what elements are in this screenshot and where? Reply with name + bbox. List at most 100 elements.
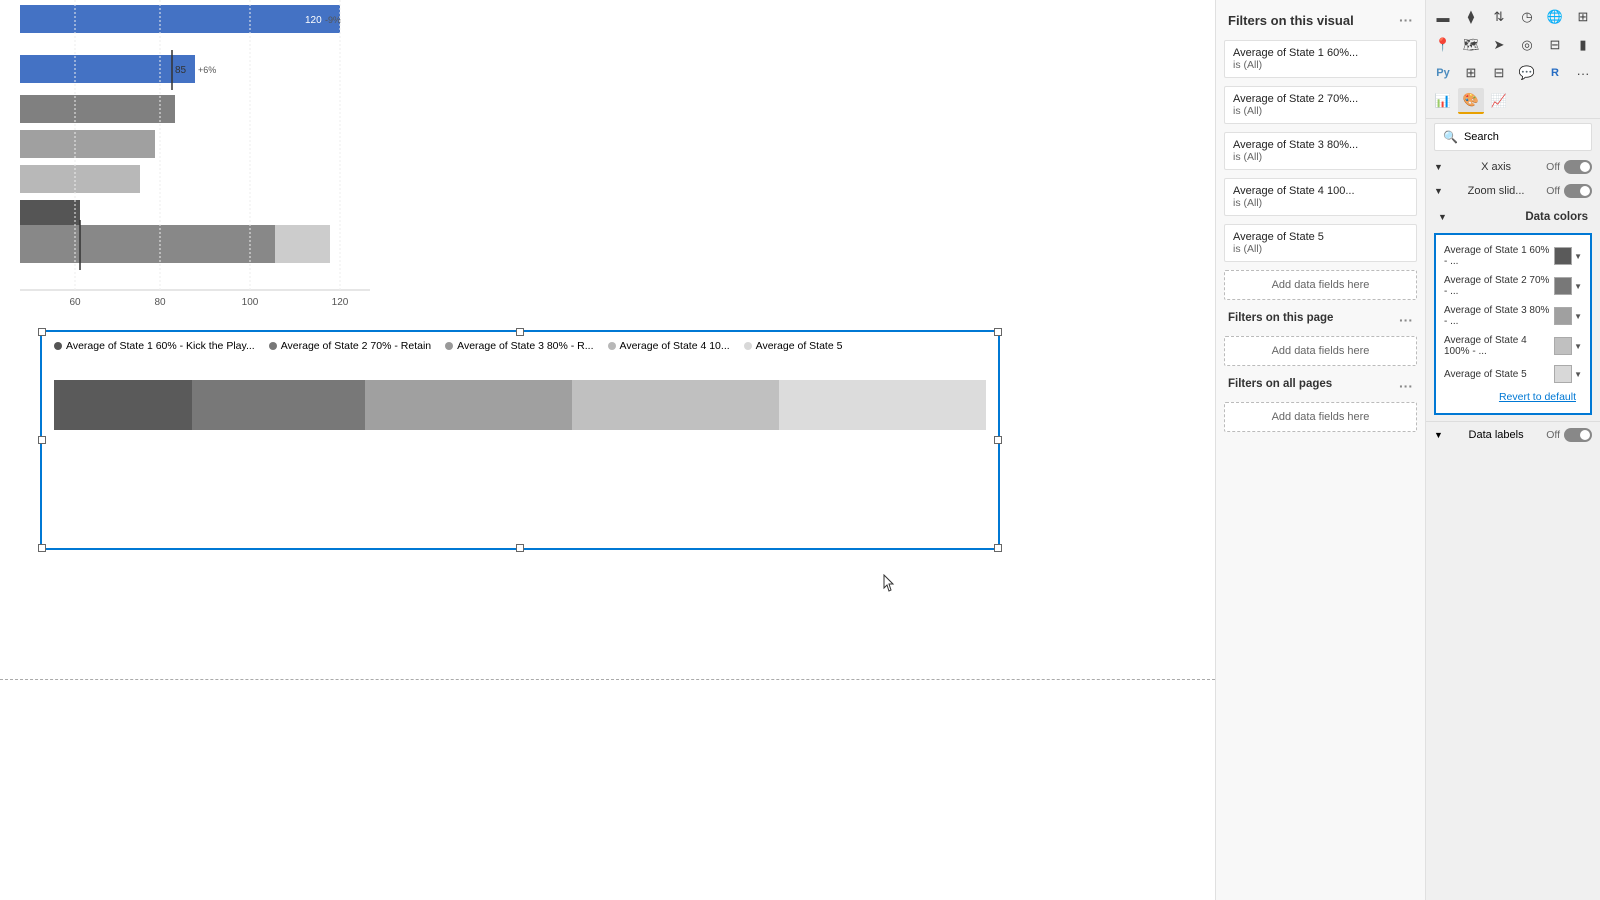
data-colors-label: Data colors: [1525, 211, 1588, 223]
add-data-page[interactable]: Add data fields here: [1224, 336, 1417, 366]
data-labels-toggle[interactable]: Off: [1546, 428, 1592, 442]
legend-dot-4: [608, 342, 616, 350]
table2-icon-btn[interactable]: ⊞: [1458, 60, 1484, 86]
data-colors-section: ▼ Data colors Average of State 1 60% - .…: [1426, 203, 1600, 421]
data-labels-chevron[interactable]: ▼: [1434, 430, 1443, 440]
zoom-slider-chevron[interactable]: ▼: [1434, 186, 1443, 196]
arrow-nav-icon-btn[interactable]: ➤: [1486, 32, 1512, 58]
color-swatch-2[interactable]: ▼: [1554, 277, 1582, 295]
bar-chart-svg: 120 -9% 85 +6% 60 80 100 120: [0, 0, 380, 310]
color-swatch-box-4[interactable]: [1554, 337, 1572, 355]
data-labels-toggle-thumb: [1580, 430, 1590, 440]
selected-visual[interactable]: Average of State 1 60% - Kick the Play..…: [40, 330, 1000, 550]
search-box[interactable]: 🔍: [1434, 123, 1592, 151]
filter-icon-btn[interactable]: ⧫: [1458, 4, 1484, 30]
data-colors-chevron: ▼: [1438, 212, 1447, 222]
visual-legend: Average of State 1 60% - Kick the Play..…: [42, 332, 998, 360]
filter-label-4: Average of State 4 100...: [1233, 185, 1408, 197]
map-icon-btn[interactable]: 🗺: [1458, 32, 1484, 58]
color-row-5: Average of State 5 ▼: [1442, 361, 1584, 387]
resize-handle-ml[interactable]: [38, 436, 46, 444]
color-dropdown-2[interactable]: ▼: [1574, 282, 1582, 291]
r-icon-btn[interactable]: R: [1542, 60, 1568, 86]
color-dropdown-1[interactable]: ▼: [1574, 252, 1582, 261]
page-filter-dots[interactable]: ···: [1399, 312, 1413, 328]
color-swatch-box-5[interactable]: [1554, 365, 1572, 383]
color-swatch-3[interactable]: ▼: [1554, 307, 1582, 325]
ppt-icon-btn[interactable]: ⊟: [1486, 60, 1512, 86]
bar-chart-icon-btn[interactable]: ▬: [1430, 4, 1456, 30]
python-icon-btn[interactable]: Py: [1430, 60, 1456, 86]
legend-dot-5: [744, 342, 752, 350]
grid-icon-btn[interactable]: ⊞: [1570, 4, 1596, 30]
resize-handle-br[interactable]: [994, 544, 1002, 552]
data-colors-header[interactable]: ▼ Data colors: [1430, 205, 1596, 229]
color-row-3: Average of State 3 80% - ... ▼: [1442, 301, 1584, 331]
legend-item-1: Average of State 1 60% - Kick the Play..…: [54, 340, 255, 352]
add-data-visual[interactable]: Add data fields here: [1224, 270, 1417, 300]
data-labels-toggle-track[interactable]: [1564, 428, 1592, 442]
resize-handle-mr[interactable]: [994, 436, 1002, 444]
table-icon-btn[interactable]: ⊟: [1542, 32, 1568, 58]
sort-icon-btn[interactable]: ⇅: [1486, 4, 1512, 30]
all-pages-filter-dots[interactable]: ···: [1399, 378, 1413, 394]
filter-item-4[interactable]: Average of State 4 100... is (All): [1224, 178, 1417, 216]
bar-vert-icon-btn[interactable]: ▮: [1570, 32, 1596, 58]
map-pin-icon-btn[interactable]: 📍: [1430, 32, 1456, 58]
color-row-2: Average of State 2 70% - ... ▼: [1442, 271, 1584, 301]
legend-dot-1: [54, 342, 62, 350]
svg-text:120: 120: [305, 15, 322, 26]
filter-item-3[interactable]: Average of State 3 80%... is (All): [1224, 132, 1417, 170]
resize-handle-bm[interactable]: [516, 544, 524, 552]
color-row-1: Average of State 1 60% - ... ▼: [1442, 241, 1584, 271]
x-axis-chevron[interactable]: ▼: [1434, 162, 1443, 172]
chat-icon-btn[interactable]: 💬: [1514, 60, 1540, 86]
zoom-toggle-track[interactable]: [1564, 184, 1592, 198]
color-dropdown-4[interactable]: ▼: [1574, 342, 1582, 351]
location-icon-btn[interactable]: ◎: [1514, 32, 1540, 58]
x-axis-toggle[interactable]: Off: [1546, 160, 1592, 174]
legend-label-3: Average of State 3 80% - R...: [457, 340, 593, 352]
analytics-icon-btn[interactable]: 📈: [1486, 88, 1512, 114]
legend-label-5: Average of State 5: [756, 340, 843, 352]
viz-section: 🔍 ▼ X axis Off ▼ Zoom slid... Off: [1426, 119, 1600, 900]
color-swatch-box-2[interactable]: [1554, 277, 1572, 295]
filter-sub-3: is (All): [1233, 151, 1408, 163]
svg-text:80: 80: [154, 297, 166, 308]
filter-item-2[interactable]: Average of State 2 70%... is (All): [1224, 86, 1417, 124]
globe-icon-btn[interactable]: 🌐: [1542, 4, 1568, 30]
more-icon-btn[interactable]: ···: [1570, 60, 1596, 86]
format-icon-btn[interactable]: 🎨: [1458, 88, 1484, 114]
color-swatch-box-3[interactable]: [1554, 307, 1572, 325]
color-dropdown-3[interactable]: ▼: [1574, 312, 1582, 321]
clock-icon-btn[interactable]: ◷: [1514, 4, 1540, 30]
filters-panel: Filters on this visual ··· Average of St…: [1215, 0, 1425, 900]
resize-handle-tr[interactable]: [994, 328, 1002, 336]
resize-handle-bl[interactable]: [38, 544, 46, 552]
color-swatch-1[interactable]: ▼: [1554, 247, 1582, 265]
color-dropdown-5[interactable]: ▼: [1574, 370, 1582, 379]
search-input[interactable]: [1464, 131, 1583, 143]
color-label-5: Average of State 5: [1444, 369, 1554, 380]
color-swatch-5[interactable]: ▼: [1554, 365, 1582, 383]
resize-handle-tm[interactable]: [516, 328, 524, 336]
color-swatch-box-1[interactable]: [1554, 247, 1572, 265]
add-data-all[interactable]: Add data fields here: [1224, 402, 1417, 432]
resize-handle-tl[interactable]: [38, 328, 46, 336]
x-axis-toggle-track[interactable]: [1564, 160, 1592, 174]
green-chart-icon-btn[interactable]: 📊: [1430, 88, 1456, 114]
filters-menu-dots[interactable]: ···: [1399, 12, 1413, 28]
color-label-4: Average of State 4 100% - ...: [1444, 335, 1554, 357]
filter-item-1[interactable]: Average of State 1 60%... is (All): [1224, 40, 1417, 78]
legend-label-4: Average of State 4 10...: [620, 340, 730, 352]
filter-item-5[interactable]: Average of State 5 is (All): [1224, 224, 1417, 262]
color-swatch-4[interactable]: ▼: [1554, 337, 1582, 355]
zoom-slider-toggle[interactable]: Off: [1546, 184, 1592, 198]
data-labels-row: ▼ Data labels Off: [1426, 421, 1600, 448]
x-axis-label: X axis: [1481, 161, 1511, 173]
viz-toolbar: ▬ ⧫ ⇅ ◷ 🌐 ⊞ 📍 🗺 ➤ ◎ ⊟ ▮ Py ⊞ ⊟ 💬 R ··· 📊…: [1426, 0, 1600, 119]
stacked-bar-row: [54, 380, 986, 430]
revert-to-default[interactable]: Revert to default: [1442, 387, 1584, 407]
svg-text:120: 120: [332, 297, 349, 308]
main-canvas: 120 -9% 85 +6% 60 80 100 120: [0, 0, 1215, 900]
